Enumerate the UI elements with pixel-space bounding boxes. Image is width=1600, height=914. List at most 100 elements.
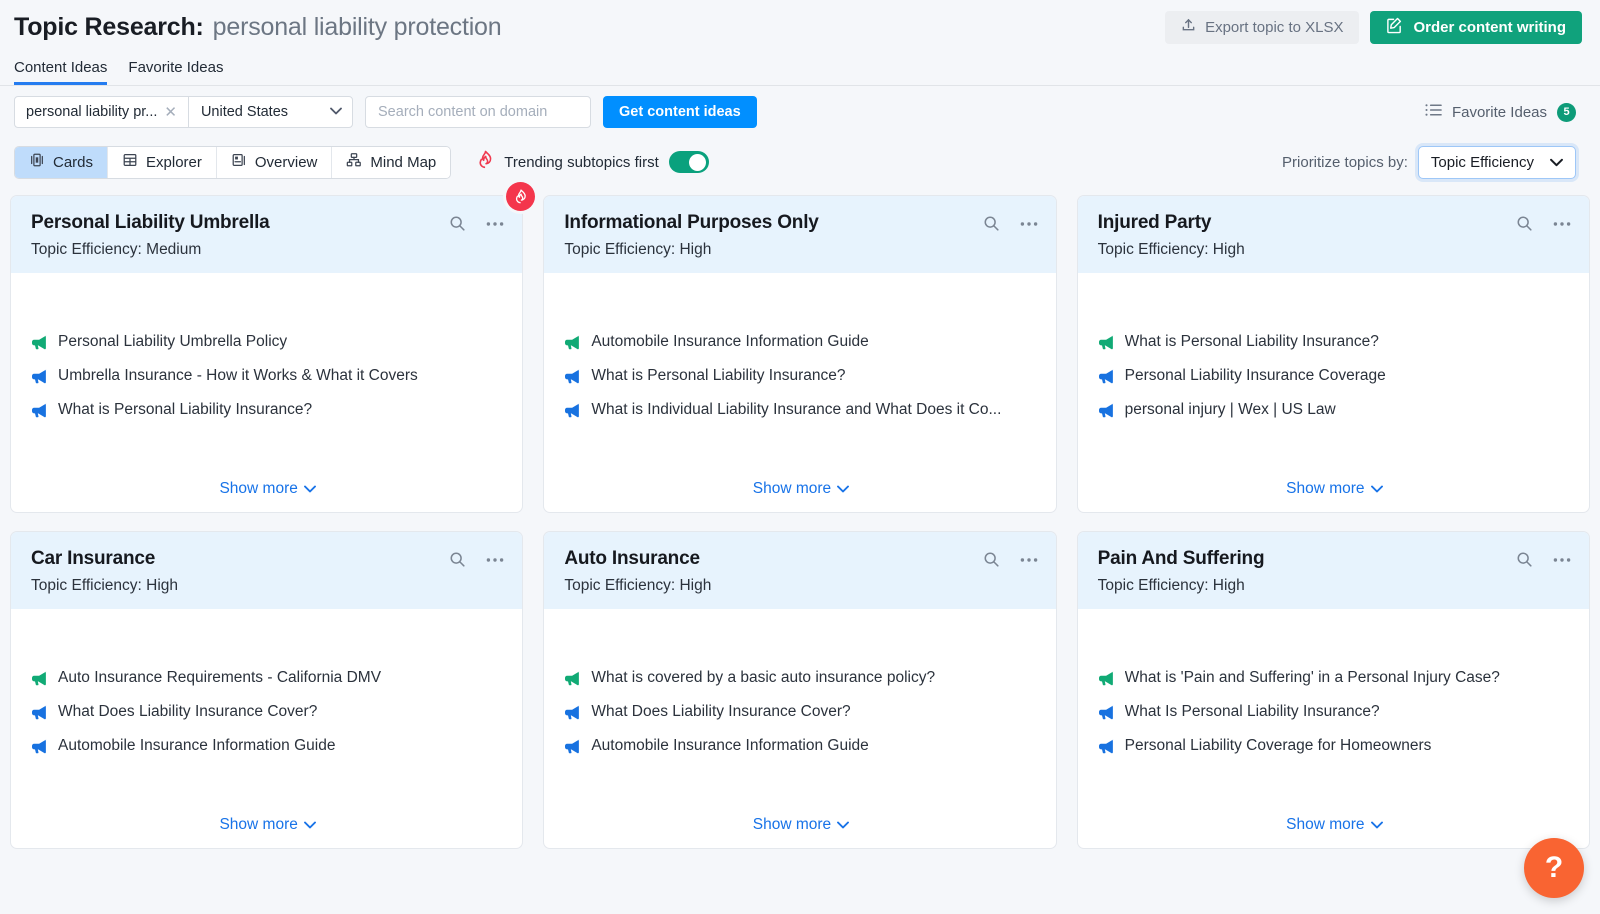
search-icon[interactable] bbox=[1516, 551, 1533, 568]
chevron-down-icon bbox=[303, 816, 316, 834]
megaphone-icon bbox=[31, 403, 48, 418]
search-icon[interactable] bbox=[983, 215, 1000, 232]
topic-card[interactable]: Car Insurance Topic Efficiency: High Auto … bbox=[10, 531, 524, 849]
content-idea-item[interactable]: Automobile Insurance Information Guide bbox=[31, 729, 504, 763]
content-idea-item[interactable]: personal injury | Wex | US Law bbox=[1098, 393, 1571, 427]
content-idea-item[interactable]: Automobile Insurance Information Guide bbox=[564, 729, 1037, 763]
content-idea-item[interactable]: Automobile Insurance Information Guide bbox=[564, 325, 1037, 359]
get-content-ideas-button[interactable]: Get content ideas bbox=[603, 96, 757, 128]
favorite-ideas-link[interactable]: Favorite Ideas 5 bbox=[1425, 102, 1586, 122]
more-options-icon[interactable] bbox=[1553, 221, 1571, 227]
topic-card[interactable]: Informational Purposes Only Topic Efficie… bbox=[543, 195, 1057, 513]
mindmap-icon bbox=[346, 152, 362, 172]
tab-favorite-ideas[interactable]: Favorite Ideas bbox=[128, 59, 223, 85]
topic-card-header: Informational Purposes Only Topic Efficie… bbox=[544, 196, 1056, 273]
topic-card-header: Personal Liability Umbrella Topic Efficie… bbox=[11, 182, 536, 273]
show-more-button[interactable]: Show more bbox=[31, 480, 504, 512]
content-idea-item[interactable]: What is covered by a basic auto insuranc… bbox=[564, 661, 1037, 695]
topic-card[interactable]: Pain And Suffering Topic Efficiency: High… bbox=[1076, 531, 1590, 849]
topic-card-body: What is covered by a basic auto insuranc… bbox=[544, 609, 1055, 848]
topic-card[interactable]: Personal Liability Umbrella Topic Efficie… bbox=[10, 182, 536, 513]
search-icon[interactable] bbox=[983, 551, 1000, 568]
topic-card-title: Personal Liability Umbrella bbox=[31, 212, 270, 233]
content-idea-label: Personal Liability Coverage for Homeowne… bbox=[1124, 737, 1432, 754]
view-cards-button[interactable]: Cards bbox=[15, 146, 109, 178]
trending-subtopics-toggle[interactable] bbox=[668, 151, 709, 173]
content-idea-item[interactable]: What is Personal Liability Insurance? bbox=[1098, 325, 1571, 359]
topic-efficiency-label: Topic Efficiency: High bbox=[564, 241, 712, 258]
cards-icon bbox=[29, 152, 45, 172]
content-idea-label: What is Personal Liability Insurance? bbox=[1124, 333, 1379, 350]
content-idea-label: personal injury | Wex | US Law bbox=[1124, 401, 1336, 418]
view-overview-button[interactable]: Overview bbox=[216, 146, 333, 178]
megaphone-icon bbox=[564, 335, 581, 350]
megaphone-icon bbox=[31, 335, 48, 350]
view-mode-group: Cards Explorer Overview Mind Map bbox=[14, 145, 452, 179]
content-idea-item[interactable]: Personal Liability Insurance Coverage bbox=[1098, 359, 1571, 393]
export-topic-label: Export topic to XLSX bbox=[1205, 19, 1344, 36]
more-options-icon[interactable] bbox=[486, 557, 504, 563]
topic-efficiency-label: Topic Efficiency: High bbox=[1097, 577, 1245, 594]
content-idea-label: Personal Liability Insurance Coverage bbox=[1124, 367, 1386, 384]
topic-card[interactable]: Injured Party Topic Efficiency: High What … bbox=[1076, 195, 1590, 513]
content-idea-item[interactable]: What Is Personal Liability Insurance? bbox=[1098, 695, 1571, 729]
content-idea-label: Automobile Insurance Information Guide bbox=[591, 737, 869, 754]
content-idea-item[interactable]: Auto Insurance Requirements - California… bbox=[31, 661, 504, 695]
more-options-icon[interactable] bbox=[1553, 557, 1571, 563]
chevron-down-icon bbox=[1370, 480, 1383, 498]
search-icon[interactable] bbox=[1516, 215, 1533, 232]
megaphone-icon bbox=[564, 403, 581, 418]
content-idea-item[interactable]: What is Individual Liability Insurance a… bbox=[564, 393, 1037, 427]
view-mindmap-button[interactable]: Mind Map bbox=[332, 146, 451, 178]
megaphone-icon bbox=[31, 705, 48, 720]
topic-card-title: Auto Insurance bbox=[564, 548, 700, 569]
topic-card-body: What is 'Pain and Suffering' in a Person… bbox=[1078, 609, 1589, 848]
content-idea-item[interactable]: What is Personal Liability Insurance? bbox=[31, 393, 504, 427]
content-idea-item[interactable]: What is 'Pain and Suffering' in a Person… bbox=[1098, 661, 1571, 695]
view-explorer-label: Explorer bbox=[146, 153, 202, 171]
show-more-button[interactable]: Show more bbox=[1098, 816, 1571, 848]
megaphone-icon bbox=[1098, 739, 1115, 754]
search-icon[interactable] bbox=[449, 215, 466, 232]
tab-content-ideas[interactable]: Content Ideas bbox=[14, 59, 108, 85]
keyword-field[interactable]: personal liability pr... ✕ bbox=[15, 97, 189, 127]
content-idea-item[interactable]: Personal Liability Coverage for Homeowne… bbox=[1098, 729, 1571, 763]
chevron-down-icon bbox=[1550, 154, 1563, 171]
topic-efficiency-label: Topic Efficiency: High bbox=[31, 577, 179, 594]
show-more-button[interactable]: Show more bbox=[1098, 480, 1571, 512]
content-idea-item[interactable]: What Does Liability Insurance Cover? bbox=[564, 695, 1037, 729]
view-explorer-button[interactable]: Explorer bbox=[108, 146, 217, 178]
show-more-button[interactable]: Show more bbox=[564, 816, 1037, 848]
content-idea-item[interactable]: What is Personal Liability Insurance? bbox=[564, 359, 1037, 393]
content-ideas-list: Auto Insurance Requirements - California… bbox=[31, 661, 504, 763]
show-more-button[interactable]: Show more bbox=[31, 816, 504, 848]
topic-card-header: Pain And Suffering Topic Efficiency: High bbox=[1077, 532, 1589, 609]
topic-card[interactable]: Auto Insurance Topic Efficiency: High What… bbox=[543, 531, 1057, 849]
search-content-on-domain-input[interactable] bbox=[365, 96, 592, 128]
megaphone-icon bbox=[31, 369, 48, 384]
list-icon bbox=[1425, 103, 1442, 121]
topic-cards-grid: Personal Liability Umbrella Topic Efficie… bbox=[0, 182, 1600, 849]
topic-card-header: Injured Party Topic Efficiency: High bbox=[1077, 196, 1589, 273]
more-options-icon[interactable] bbox=[1020, 557, 1038, 563]
content-idea-item[interactable]: What Does Liability Insurance Cover? bbox=[31, 695, 504, 729]
show-more-button[interactable]: Show more bbox=[564, 480, 1037, 512]
export-topic-button[interactable]: Export topic to XLSX bbox=[1165, 11, 1360, 44]
country-select[interactable]: United States bbox=[189, 97, 352, 127]
content-idea-label: Automobile Insurance Information Guide bbox=[58, 737, 336, 754]
help-button[interactable]: ? bbox=[1524, 838, 1584, 898]
prioritize-select[interactable]: Topic Efficiency bbox=[1417, 145, 1576, 179]
show-more-label: Show more bbox=[752, 816, 832, 833]
search-icon[interactable] bbox=[449, 551, 466, 568]
page-title: Topic Research: bbox=[14, 13, 204, 41]
more-options-icon[interactable] bbox=[486, 221, 504, 227]
trending-subtopics-control: Trending subtopics first bbox=[477, 150, 709, 174]
content-idea-item[interactable]: Umbrella Insurance - How it Works & What… bbox=[31, 359, 504, 393]
megaphone-icon bbox=[1098, 671, 1115, 686]
more-options-icon[interactable] bbox=[1020, 221, 1038, 227]
content-idea-label: Auto Insurance Requirements - California… bbox=[58, 669, 382, 686]
close-icon[interactable]: ✕ bbox=[164, 105, 177, 120]
order-content-writing-label: Order content writing bbox=[1413, 19, 1566, 36]
order-content-writing-button[interactable]: Order content writing bbox=[1370, 11, 1582, 44]
content-idea-item[interactable]: Personal Liability Umbrella Policy bbox=[31, 325, 504, 359]
